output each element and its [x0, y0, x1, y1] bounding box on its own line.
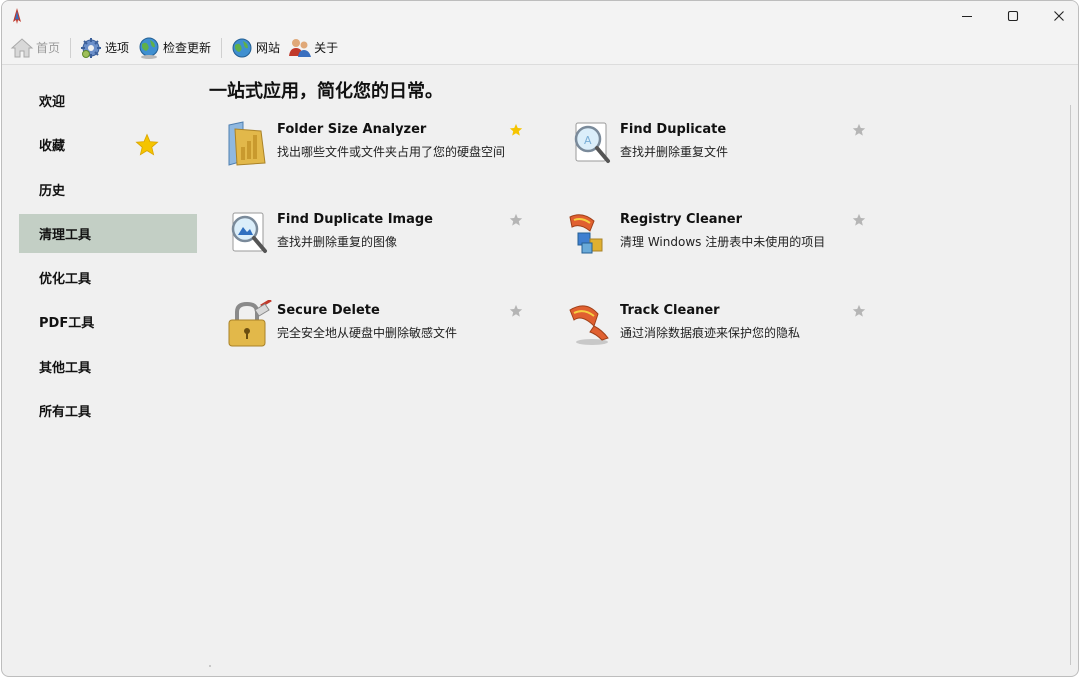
toolbar-separator — [70, 37, 72, 58]
sidebar-item-optimize-tools[interactable]: 优化工具 — [19, 258, 197, 297]
sidebar-item-label: PDF工具 — [39, 316, 95, 332]
minimize-button[interactable] — [944, 1, 990, 31]
globe-update-icon — [139, 37, 159, 59]
tool-name: Registry Cleaner — [620, 212, 743, 227]
close-icon — [1054, 11, 1064, 21]
content-divider — [1070, 105, 1071, 665]
tool-track-cleaner[interactable]: Track Cleaner 通过消除数据痕迹来保护您的隐私 — [568, 300, 868, 360]
gear-icon — [81, 37, 102, 58]
sidebar-item-cleaning-tools[interactable]: 清理工具 — [19, 213, 197, 253]
maximize-button[interactable] — [990, 1, 1036, 31]
sidebar-item-history[interactable]: 历史 — [19, 170, 197, 209]
tool-name: Secure Delete — [277, 303, 380, 318]
sidebar-item-label: 优化工具 — [39, 272, 92, 288]
page-title: 一站式应用，简化您的日常。 — [209, 81, 443, 102]
website-button[interactable]: 网站 — [228, 34, 286, 62]
favorite-star-icon[interactable] — [509, 213, 523, 227]
tool-find-duplicate-image[interactable]: Find Duplicate Image 查找并删除重复的图像 — [225, 209, 525, 269]
maximize-icon — [1007, 10, 1019, 22]
options-label: 选项 — [105, 41, 130, 55]
favorite-star-icon[interactable] — [509, 304, 523, 318]
find-duplicate-icon: A — [574, 122, 610, 163]
tool-description: 清理 Windows 注册表中未使用的项目 — [620, 235, 826, 249]
tool-name: Find Duplicate Image — [277, 212, 433, 227]
find-duplicate-image-icon — [231, 212, 267, 253]
tool-secure-delete[interactable]: Secure Delete 完全安全地从硬盘中删除敏感文件 — [225, 300, 525, 360]
tool-name: Folder Size Analyzer — [277, 122, 427, 137]
app-logo-icon — [13, 8, 21, 24]
about-label: 关于 — [314, 41, 339, 55]
sidebar: 欢迎 收藏 历史 清理工具 优化工具 PDF工具 其他工具 所有工具 — [19, 81, 197, 435]
toolbar: 首页 选项 检查更新 网站 关于 — [2, 31, 1078, 65]
tool-description: 通过消除数据痕迹来保护您的隐私 — [620, 326, 801, 340]
sidebar-item-label: 所有工具 — [39, 405, 92, 421]
users-icon — [289, 38, 312, 57]
app-window: 首页 选项 检查更新 网站 关于 欢迎 收藏 历史 清理工具 优化工具 PDF工… — [1, 0, 1079, 677]
favorite-star-icon — [135, 133, 159, 156]
sidebar-item-label: 其他工具 — [39, 360, 92, 376]
title-bar — [2, 1, 1078, 31]
toolbar-separator — [221, 37, 223, 58]
options-button[interactable]: 选项 — [77, 34, 135, 62]
favorite-star-icon[interactable] — [852, 123, 866, 137]
sidebar-item-favorites[interactable]: 收藏 — [19, 125, 197, 164]
track-cleaner-icon — [569, 305, 609, 345]
check-update-button[interactable]: 检查更新 — [135, 34, 217, 62]
close-button[interactable] — [1036, 1, 1078, 31]
website-label: 网站 — [256, 41, 281, 55]
tool-description: 查找并删除重复的图像 — [277, 235, 398, 249]
home-button[interactable]: 首页 — [8, 34, 66, 62]
tool-description: 查找并删除重复文件 — [620, 145, 729, 159]
sidebar-item-pdf-tools[interactable]: PDF工具 — [19, 302, 197, 341]
tool-description: 找出哪些文件或文件夹占用了您的硬盘空间 — [277, 145, 506, 159]
sidebar-item-welcome[interactable]: 欢迎 — [19, 81, 197, 120]
about-button[interactable]: 关于 — [286, 34, 344, 62]
home-label: 首页 — [36, 41, 61, 55]
favorite-star-icon[interactable] — [852, 213, 866, 227]
tool-registry-cleaner[interactable]: Registry Cleaner 清理 Windows 注册表中未使用的项目 — [568, 209, 868, 269]
tool-name: Track Cleaner — [620, 303, 720, 318]
home-icon — [10, 37, 34, 57]
svg-text:A: A — [584, 134, 592, 147]
sidebar-item-label: 收藏 — [39, 139, 66, 155]
tool-folder-size-analyzer[interactable]: Folder Size Analyzer 找出哪些文件或文件夹占用了您的硬盘空间 — [225, 119, 525, 179]
tool-find-duplicate[interactable]: A Find Duplicate 查找并删除重复文件 — [568, 119, 868, 179]
sidebar-item-label: 历史 — [39, 183, 66, 199]
secure-delete-icon — [228, 300, 272, 347]
tool-description: 完全安全地从硬盘中删除敏感文件 — [277, 326, 458, 340]
tool-name: Find Duplicate — [620, 122, 727, 137]
globe-icon — [232, 38, 252, 57]
favorite-star-icon[interactable] — [852, 304, 866, 318]
sidebar-item-other-tools[interactable]: 其他工具 — [19, 347, 197, 386]
sidebar-item-label: 清理工具 — [39, 227, 92, 243]
corner-mark — [209, 665, 211, 667]
favorite-star-icon[interactable] — [509, 123, 523, 137]
minimize-icon — [962, 16, 972, 17]
folder-size-icon — [228, 121, 266, 166]
sidebar-item-label: 欢迎 — [39, 95, 66, 110]
sidebar-item-all-tools[interactable]: 所有工具 — [19, 391, 197, 430]
check-update-label: 检查更新 — [163, 41, 212, 55]
registry-cleaner-icon — [569, 214, 603, 254]
